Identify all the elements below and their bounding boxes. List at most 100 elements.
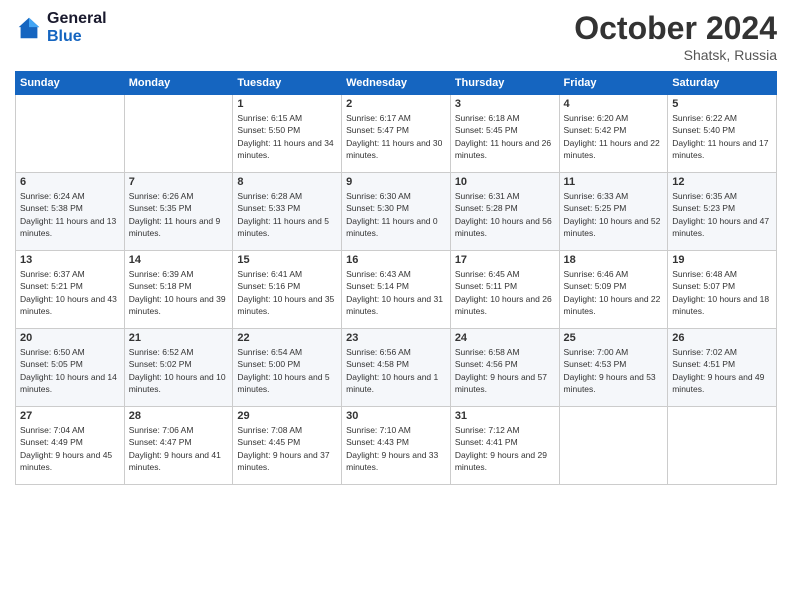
- cell-content: Sunrise: 6:56 AM Sunset: 4:58 PM Dayligh…: [346, 346, 446, 395]
- calendar-cell: 25 Sunrise: 7:00 AM Sunset: 4:53 PM Dayli…: [559, 329, 668, 407]
- cell-content: Sunrise: 6:41 AM Sunset: 5:16 PM Dayligh…: [237, 268, 337, 317]
- cell-content: Sunrise: 6:15 AM Sunset: 5:50 PM Dayligh…: [237, 112, 337, 161]
- calendar-cell: 17Sunrise: 6:45 AM Sunset: 5:11 PM Dayli…: [450, 251, 559, 329]
- cell-content: Sunrise: 7:10 AM Sunset: 4:43 PM Dayligh…: [346, 424, 446, 473]
- cell-content: Sunrise: 6:50 AM Sunset: 5:05 PM Dayligh…: [20, 346, 120, 395]
- calendar-cell: 15 Sunrise: 6:41 AM Sunset: 5:16 PM Dayli…: [233, 251, 342, 329]
- col-friday: Friday: [559, 72, 668, 95]
- cell-content: Sunrise: 6:17 AM Sunset: 5:47 PM Dayligh…: [346, 112, 446, 161]
- cell-content: Sunrise: 6:22 AM Sunset: 5:40 PM Dayligh…: [672, 112, 772, 161]
- calendar-cell: [16, 95, 125, 173]
- cell-content: Sunrise: 7:00 AM Sunset: 4:53 PM Dayligh…: [564, 346, 664, 395]
- day-number: 12: [672, 176, 772, 188]
- calendar-cell: 3 Sunrise: 6:18 AM Sunset: 5:45 PM Daylig…: [450, 95, 559, 173]
- day-number: 28: [129, 410, 229, 422]
- calendar-cell: 1 Sunrise: 6:15 AM Sunset: 5:50 PM Daylig…: [233, 95, 342, 173]
- calendar-cell: 4 Sunrise: 6:20 AM Sunset: 5:42 PM Daylig…: [559, 95, 668, 173]
- title-block: October 2024 Shatsk, Russia: [574, 10, 777, 63]
- col-wednesday: Wednesday: [342, 72, 451, 95]
- calendar-cell: 16Sunrise: 6:43 AM Sunset: 5:14 PM Dayli…: [342, 251, 451, 329]
- calendar-cell: 13 Sunrise: 6:37 AM Sunset: 5:21 PM Dayli…: [16, 251, 125, 329]
- calendar-cell: 19 Sunrise: 6:48 AM Sunset: 5:07 PM Dayli…: [668, 251, 777, 329]
- cell-content: Sunrise: 6:52 AM Sunset: 5:02 PM Dayligh…: [129, 346, 229, 395]
- calendar-cell: 24Sunrise: 6:58 AM Sunset: 4:56 PM Dayli…: [450, 329, 559, 407]
- calendar-cell: 31 Sunrise: 7:12 AM Sunset: 4:41 PM Dayli…: [450, 407, 559, 485]
- cell-content: Sunrise: 7:02 AM Sunset: 4:51 PM Dayligh…: [672, 346, 772, 395]
- cell-content: Sunrise: 6:37 AM Sunset: 5:21 PM Dayligh…: [20, 268, 120, 317]
- day-number: 10: [455, 176, 555, 188]
- day-number: 24: [455, 332, 555, 344]
- day-number: 1: [237, 98, 337, 110]
- day-number: 30: [346, 410, 446, 422]
- header: General Blue October 2024 Shatsk, Russia: [15, 10, 777, 63]
- day-number: 3: [455, 98, 555, 110]
- col-tuesday: Tuesday: [233, 72, 342, 95]
- calendar-cell: 7 Sunrise: 6:26 AM Sunset: 5:35 PM Daylig…: [124, 173, 233, 251]
- cell-content: Sunrise: 6:43 AM Sunset: 5:14 PM Dayligh…: [346, 268, 446, 317]
- day-number: 19: [672, 254, 772, 266]
- day-number: 13: [20, 254, 120, 266]
- cell-content: Sunrise: 6:24 AM Sunset: 5:38 PM Dayligh…: [20, 190, 120, 239]
- calendar-cell: 29Sunrise: 7:08 AM Sunset: 4:45 PM Dayli…: [233, 407, 342, 485]
- calendar-cell: 22 Sunrise: 6:54 AM Sunset: 5:00 PM Dayli…: [233, 329, 342, 407]
- col-thursday: Thursday: [450, 72, 559, 95]
- calendar-week-1: 1 Sunrise: 6:15 AM Sunset: 5:50 PM Daylig…: [16, 95, 777, 173]
- day-number: 31: [455, 410, 555, 422]
- col-sunday: Sunday: [16, 72, 125, 95]
- month-title: October 2024: [574, 10, 777, 47]
- calendar-cell: 14Sunrise: 6:39 AM Sunset: 5:18 PM Dayli…: [124, 251, 233, 329]
- logo-text: General Blue: [47, 10, 107, 45]
- cell-content: Sunrise: 6:26 AM Sunset: 5:35 PM Dayligh…: [129, 190, 229, 239]
- cell-content: Sunrise: 7:12 AM Sunset: 4:41 PM Dayligh…: [455, 424, 555, 473]
- day-number: 15: [237, 254, 337, 266]
- day-number: 23: [346, 332, 446, 344]
- calendar-cell: 2 Sunrise: 6:17 AM Sunset: 5:47 PM Daylig…: [342, 95, 451, 173]
- header-row: Sunday Monday Tuesday Wednesday Thursday…: [16, 72, 777, 95]
- calendar-week-4: 20 Sunrise: 6:50 AM Sunset: 5:05 PM Dayli…: [16, 329, 777, 407]
- day-number: 18: [564, 254, 664, 266]
- cell-content: Sunrise: 6:46 AM Sunset: 5:09 PM Dayligh…: [564, 268, 664, 317]
- calendar-cell: 23 Sunrise: 6:56 AM Sunset: 4:58 PM Dayli…: [342, 329, 451, 407]
- cell-content: Sunrise: 6:33 AM Sunset: 5:25 PM Dayligh…: [564, 190, 664, 239]
- calendar-cell: [559, 407, 668, 485]
- day-number: 2: [346, 98, 446, 110]
- col-monday: Monday: [124, 72, 233, 95]
- calendar-cell: 12 Sunrise: 6:35 AM Sunset: 5:23 PM Dayli…: [668, 173, 777, 251]
- cell-content: Sunrise: 6:18 AM Sunset: 5:45 PM Dayligh…: [455, 112, 555, 161]
- cell-content: Sunrise: 6:30 AM Sunset: 5:30 PM Dayligh…: [346, 190, 446, 239]
- cell-content: Sunrise: 7:08 AM Sunset: 4:45 PM Dayligh…: [237, 424, 337, 473]
- day-number: 11: [564, 176, 664, 188]
- calendar-cell: 21 Sunrise: 6:52 AM Sunset: 5:02 PM Dayli…: [124, 329, 233, 407]
- day-number: 9: [346, 176, 446, 188]
- location: Shatsk, Russia: [574, 47, 777, 63]
- calendar-cell: 28 Sunrise: 7:06 AM Sunset: 4:47 PM Dayli…: [124, 407, 233, 485]
- day-number: 25: [564, 332, 664, 344]
- calendar-cell: 6Sunrise: 6:24 AM Sunset: 5:38 PM Daylig…: [16, 173, 125, 251]
- cell-content: Sunrise: 6:20 AM Sunset: 5:42 PM Dayligh…: [564, 112, 664, 161]
- cell-content: Sunrise: 6:54 AM Sunset: 5:00 PM Dayligh…: [237, 346, 337, 395]
- cell-content: Sunrise: 6:31 AM Sunset: 5:28 PM Dayligh…: [455, 190, 555, 239]
- day-number: 4: [564, 98, 664, 110]
- day-number: 20: [20, 332, 120, 344]
- calendar-cell: 11 Sunrise: 6:33 AM Sunset: 5:25 PM Dayli…: [559, 173, 668, 251]
- cell-content: Sunrise: 6:48 AM Sunset: 5:07 PM Dayligh…: [672, 268, 772, 317]
- day-number: 8: [237, 176, 337, 188]
- calendar-cell: [668, 407, 777, 485]
- calendar-cell: [124, 95, 233, 173]
- day-number: 14: [129, 254, 229, 266]
- calendar-week-5: 27Sunrise: 7:04 AM Sunset: 4:49 PM Dayli…: [16, 407, 777, 485]
- day-number: 7: [129, 176, 229, 188]
- cell-content: Sunrise: 7:06 AM Sunset: 4:47 PM Dayligh…: [129, 424, 229, 473]
- calendar-cell: 30 Sunrise: 7:10 AM Sunset: 4:43 PM Dayli…: [342, 407, 451, 485]
- day-number: 5: [672, 98, 772, 110]
- calendar-cell: 26Sunrise: 7:02 AM Sunset: 4:51 PM Dayli…: [668, 329, 777, 407]
- day-number: 21: [129, 332, 229, 344]
- calendar-cell: 9 Sunrise: 6:30 AM Sunset: 5:30 PM Daylig…: [342, 173, 451, 251]
- cell-content: Sunrise: 7:04 AM Sunset: 4:49 PM Dayligh…: [20, 424, 120, 473]
- calendar-cell: 20 Sunrise: 6:50 AM Sunset: 5:05 PM Dayli…: [16, 329, 125, 407]
- calendar-cell: 18 Sunrise: 6:46 AM Sunset: 5:09 PM Dayli…: [559, 251, 668, 329]
- col-saturday: Saturday: [668, 72, 777, 95]
- day-number: 22: [237, 332, 337, 344]
- calendar-cell: 10 Sunrise: 6:31 AM Sunset: 5:28 PM Dayli…: [450, 173, 559, 251]
- cell-content: Sunrise: 6:35 AM Sunset: 5:23 PM Dayligh…: [672, 190, 772, 239]
